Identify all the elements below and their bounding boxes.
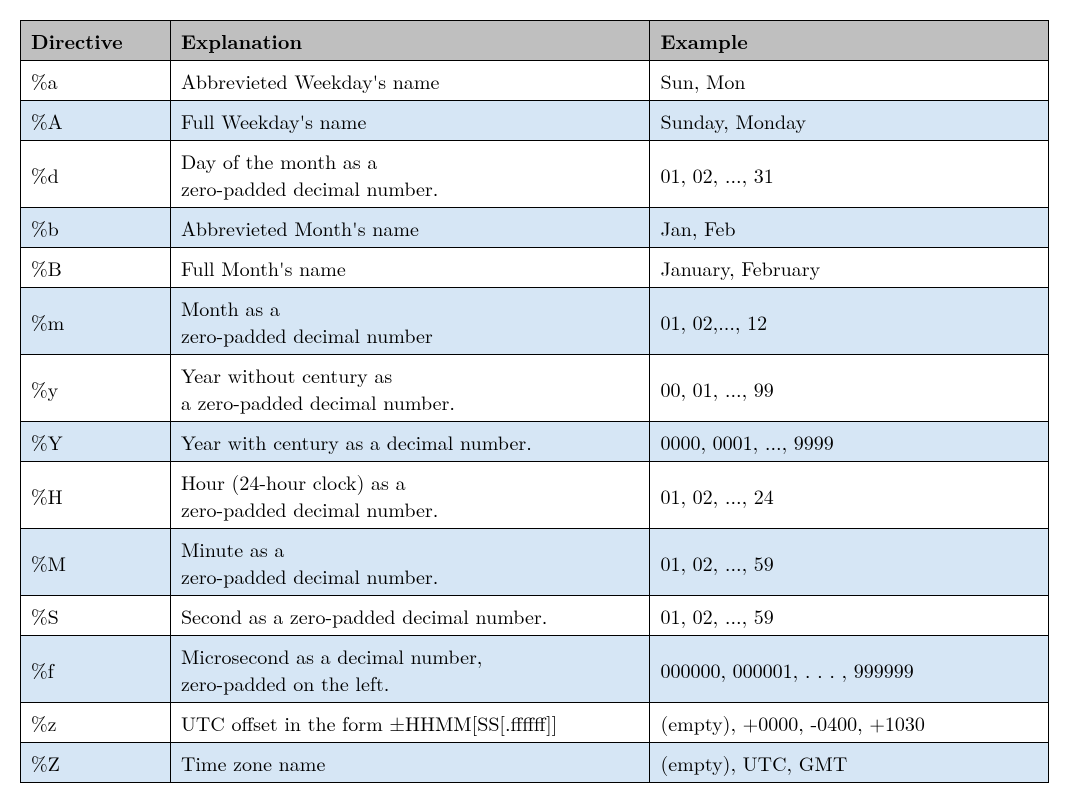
table-row: %yYear without century asa zero-padded d… — [21, 355, 1049, 422]
table-row: %ZTime zone name(empty), UTC, GMT — [21, 743, 1049, 783]
cell-directive: %Z — [21, 743, 171, 783]
cell-explanation: Full Month's name — [170, 248, 650, 288]
cell-example: (empty), +0000, -0400, +1030 — [650, 703, 1049, 743]
header-explanation: Explanation — [170, 21, 650, 61]
cell-explanation: Day of the month as azero-padded decimal… — [170, 141, 650, 208]
cell-explanation: Month as azero-padded decimal number — [170, 288, 650, 355]
cell-example: 01, 02, ..., 31 — [650, 141, 1049, 208]
cell-explanation: Full Weekday's name — [170, 101, 650, 141]
cell-directive: %f — [21, 636, 171, 703]
table-row: %SSecond as a zero-padded decimal number… — [21, 596, 1049, 636]
cell-example: 01, 02,..., 12 — [650, 288, 1049, 355]
cell-directive: %m — [21, 288, 171, 355]
table-row: %bAbbrevieted Month's nameJan, Feb — [21, 208, 1049, 248]
cell-example: January, February — [650, 248, 1049, 288]
cell-directive: %B — [21, 248, 171, 288]
table-header: Directive Explanation Example — [21, 21, 1049, 61]
cell-directive: %S — [21, 596, 171, 636]
cell-example: 000000, 000001, . . . , 999999 — [650, 636, 1049, 703]
cell-directive: %b — [21, 208, 171, 248]
table-row: %BFull Month's nameJanuary, February — [21, 248, 1049, 288]
cell-explanation: Time zone name — [170, 743, 650, 783]
table-row: %AFull Weekday's nameSunday, Monday — [21, 101, 1049, 141]
cell-explanation: Microsecond as a decimal number,zero-pad… — [170, 636, 650, 703]
cell-example: (empty), UTC, GMT — [650, 743, 1049, 783]
directives-table: Directive Explanation Example %aAbbrevie… — [20, 20, 1049, 783]
header-example: Example — [650, 21, 1049, 61]
table-row: %dDay of the month as azero-padded decim… — [21, 141, 1049, 208]
table-row: %fMicrosecond as a decimal number,zero-p… — [21, 636, 1049, 703]
cell-directive: %y — [21, 355, 171, 422]
cell-example: Jan, Feb — [650, 208, 1049, 248]
cell-directive: %Y — [21, 422, 171, 462]
cell-explanation: Year with century as a decimal number. — [170, 422, 650, 462]
cell-example: Sun, Mon — [650, 61, 1049, 101]
cell-explanation: Second as a zero-padded decimal number. — [170, 596, 650, 636]
table-row: %zUTC offset in the form ±HHMM[SS[.fffff… — [21, 703, 1049, 743]
cell-example: 01, 02, ..., 24 — [650, 462, 1049, 529]
cell-example: 00, 01, ..., 99 — [650, 355, 1049, 422]
cell-example: 0000, 0001, ..., 9999 — [650, 422, 1049, 462]
cell-example: Sunday, Monday — [650, 101, 1049, 141]
table-row: %YYear with century as a decimal number.… — [21, 422, 1049, 462]
cell-explanation: Hour (24-hour clock) as azero-padded dec… — [170, 462, 650, 529]
cell-directive: %A — [21, 101, 171, 141]
cell-example: 01, 02, ..., 59 — [650, 596, 1049, 636]
table-row: %HHour (24-hour clock) as azero-padded d… — [21, 462, 1049, 529]
header-directive: Directive — [21, 21, 171, 61]
table-body: %aAbbrevieted Weekday's nameSun, Mon%AFu… — [21, 61, 1049, 783]
cell-directive: %M — [21, 529, 171, 596]
table-row: %mMonth as azero-padded decimal number01… — [21, 288, 1049, 355]
cell-directive: %d — [21, 141, 171, 208]
cell-explanation: Minute as azero-padded decimal number. — [170, 529, 650, 596]
table-row: %aAbbrevieted Weekday's nameSun, Mon — [21, 61, 1049, 101]
cell-directive: %H — [21, 462, 171, 529]
cell-directive: %z — [21, 703, 171, 743]
table-row: %MMinute as azero-padded decimal number.… — [21, 529, 1049, 596]
cell-explanation: UTC offset in the form ±HHMM[SS[.ffffff]… — [170, 703, 650, 743]
cell-explanation: Abbrevieted Weekday's name — [170, 61, 650, 101]
cell-explanation: Abbrevieted Month's name — [170, 208, 650, 248]
cell-example: 01, 02, ..., 59 — [650, 529, 1049, 596]
cell-directive: %a — [21, 61, 171, 101]
cell-explanation: Year without century asa zero-padded dec… — [170, 355, 650, 422]
